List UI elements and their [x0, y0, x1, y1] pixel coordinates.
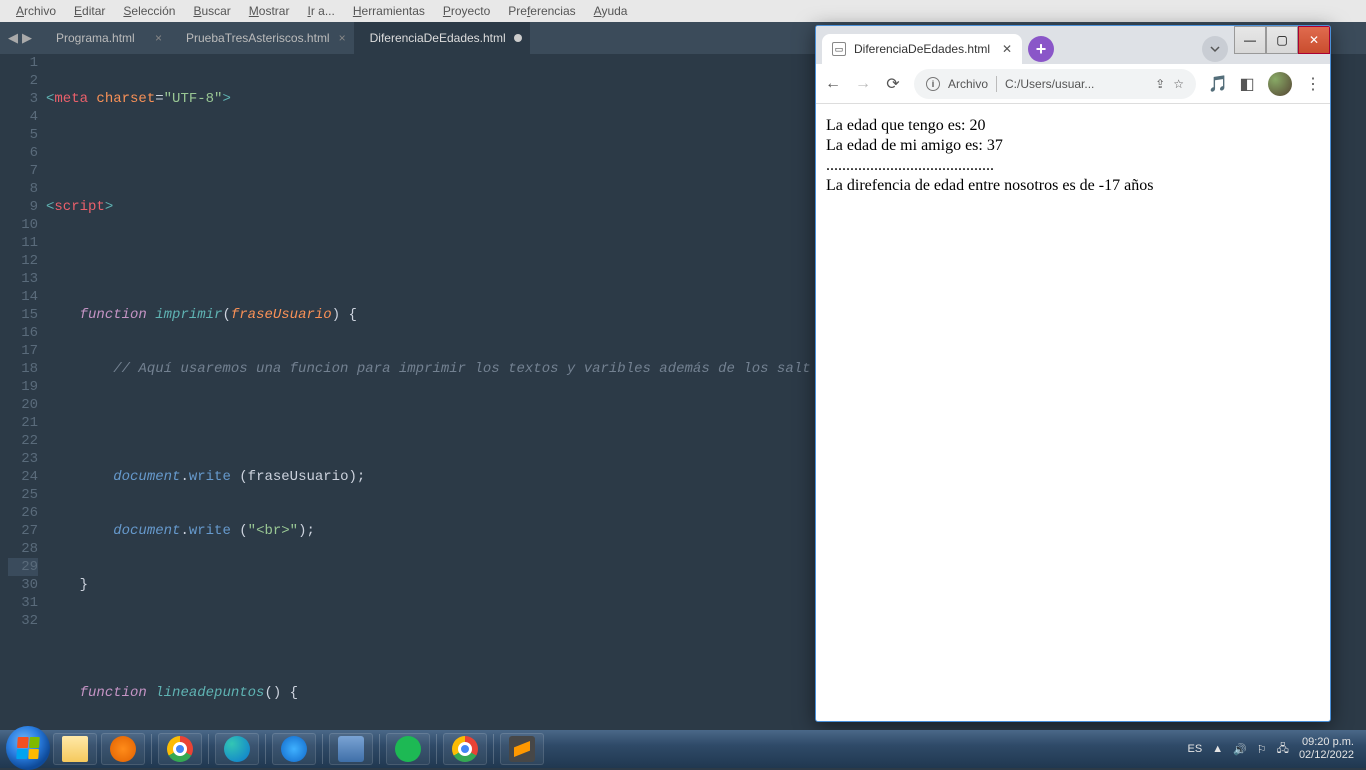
- share-icon[interactable]: ⇪: [1155, 77, 1165, 91]
- tray-volume-icon[interactable]: 🔊: [1233, 743, 1247, 756]
- method: write: [189, 523, 231, 539]
- tag-name: meta: [54, 91, 88, 107]
- output-line: ........................................…: [826, 156, 1320, 176]
- taskbar: ES ▲ 🔊 ⚐ 🖧 09:20 p.m. 02/12/2022: [0, 730, 1366, 768]
- info-icon[interactable]: i: [926, 77, 940, 91]
- eq: =: [155, 91, 163, 107]
- forward-button[interactable]: →: [854, 75, 872, 93]
- close-button[interactable]: ✕: [1298, 26, 1330, 54]
- tray-time: 09:20 p.m.: [1299, 736, 1354, 749]
- reload-button[interactable]: ⟳: [884, 74, 902, 94]
- kw: function: [80, 685, 147, 701]
- taskbar-spotify[interactable]: [386, 733, 430, 765]
- dirty-indicator: [514, 34, 522, 42]
- minimize-button[interactable]: —: [1234, 26, 1266, 54]
- close-icon[interactable]: ✕: [1002, 42, 1012, 56]
- obj: document: [113, 469, 180, 485]
- app-menubar: Archivo Editar Selección Buscar Mostrar …: [0, 0, 1366, 22]
- fn: lineadepuntos: [155, 685, 264, 701]
- taskbar-ie[interactable]: [272, 733, 316, 765]
- start-button[interactable]: [6, 726, 50, 770]
- output-line: La edad que tengo es: 20: [826, 116, 1320, 136]
- sidepanel-icon[interactable]: ◧: [1238, 74, 1256, 94]
- menu-ayuda[interactable]: Ayuda: [586, 2, 636, 20]
- browser-tab-title: DiferenciaDeEdades.html: [854, 42, 990, 56]
- attr-value: "UTF-8": [164, 91, 223, 107]
- tray-network-icon[interactable]: 🖧: [1277, 740, 1289, 759]
- tab-label: PruebaTresAsteriscos.html: [186, 31, 330, 45]
- window-controls: — ▢ ✕: [1234, 26, 1330, 54]
- tab-label: DiferenciaDeEdades.html: [370, 31, 506, 45]
- tab-nav-arrows: ◀ ▶: [0, 22, 40, 54]
- back-button[interactable]: ←: [824, 75, 842, 93]
- browser-viewport: La edad que tengo es: 20 La edad de mi a…: [816, 104, 1330, 721]
- taskbar-sublime[interactable]: [500, 733, 544, 765]
- tray-flag-icon[interactable]: ⚐: [1257, 743, 1267, 756]
- close-icon[interactable]: ×: [339, 31, 346, 45]
- method: write: [189, 469, 231, 485]
- output-line: La direfencia de edad entre nosotros es …: [826, 176, 1320, 196]
- maximize-button[interactable]: ▢: [1266, 26, 1298, 54]
- arg: fraseUsuario: [248, 469, 349, 485]
- taskbar-edge[interactable]: [215, 733, 259, 765]
- menu-buscar[interactable]: Buscar: [185, 2, 238, 20]
- str: "<br>": [248, 523, 298, 539]
- browser-tab[interactable]: ▭ DiferenciaDeEdades.html ✕: [822, 34, 1022, 64]
- menu-seleccion[interactable]: Selección: [115, 2, 183, 20]
- taskbar-explorer[interactable]: [53, 733, 97, 765]
- profile-avatar[interactable]: [1268, 72, 1292, 96]
- menu-archivo[interactable]: Archivo: [8, 2, 64, 20]
- kebab-menu-icon[interactable]: ⋮: [1304, 74, 1322, 94]
- new-tab-button[interactable]: +: [1028, 36, 1054, 62]
- tabs-dropdown-button[interactable]: [1202, 36, 1228, 62]
- tab-prueba[interactable]: PruebaTresAsteriscos.html ×: [170, 22, 354, 54]
- line-gutter: 1234567891011121314151617181920212223242…: [0, 54, 46, 730]
- system-tray: ES ▲ 🔊 ⚐ 🖧 09:20 p.m. 02/12/2022: [1188, 736, 1360, 762]
- addr-path: C:/Users/usuar...: [1005, 77, 1094, 91]
- nav-back-icon[interactable]: ◀: [8, 30, 18, 46]
- tray-lang[interactable]: ES: [1188, 743, 1203, 755]
- obj: document: [113, 523, 180, 539]
- taskbar-chrome[interactable]: [158, 733, 202, 765]
- file-icon: ▭: [832, 42, 846, 56]
- menu-ira[interactable]: Ir a...: [299, 2, 342, 20]
- browser-toolbar: ← → ⟳ i Archivo C:/Users/usuar... ⇪ ☆ 🎵 …: [816, 64, 1330, 104]
- close-icon[interactable]: ×: [155, 31, 162, 45]
- tab-label: Programa.html: [56, 31, 135, 45]
- tray-clock[interactable]: 09:20 p.m. 02/12/2022: [1299, 736, 1354, 762]
- fn: imprimir: [155, 307, 222, 323]
- comment: // Aquí usaremos una funcion para imprim…: [113, 361, 810, 377]
- tab-diferencia[interactable]: DiferenciaDeEdades.html: [354, 22, 530, 54]
- menu-herramientas[interactable]: Herramientas: [345, 2, 433, 20]
- taskbar-chrome-2[interactable]: [443, 733, 487, 765]
- tray-up-icon[interactable]: ▲: [1212, 743, 1223, 755]
- attr: charset: [96, 91, 155, 107]
- kw: function: [80, 307, 147, 323]
- tag-name: script: [54, 199, 104, 215]
- menu-proyecto[interactable]: Proyecto: [435, 2, 498, 20]
- browser-window: — ▢ ✕ ▭ DiferenciaDeEdades.html ✕ + ← → …: [815, 25, 1331, 722]
- address-bar[interactable]: i Archivo C:/Users/usuar... ⇪ ☆: [914, 69, 1196, 99]
- addr-kind: Archivo: [948, 77, 988, 91]
- taskbar-app[interactable]: [329, 733, 373, 765]
- param: fraseUsuario: [231, 307, 332, 323]
- output-line: La edad de mi amigo es: 37: [826, 136, 1320, 156]
- menu-mostrar[interactable]: Mostrar: [241, 2, 298, 20]
- tab-programa[interactable]: Programa.html ×: [40, 22, 170, 54]
- star-icon[interactable]: ☆: [1173, 77, 1184, 91]
- taskbar-media[interactable]: [101, 733, 145, 765]
- menu-preferencias[interactable]: Preferencias: [500, 2, 583, 20]
- reading-list-icon[interactable]: 🎵: [1208, 74, 1226, 94]
- nav-fwd-icon[interactable]: ▶: [22, 30, 32, 46]
- tray-date: 02/12/2022: [1299, 749, 1354, 762]
- menu-editar[interactable]: Editar: [66, 2, 113, 20]
